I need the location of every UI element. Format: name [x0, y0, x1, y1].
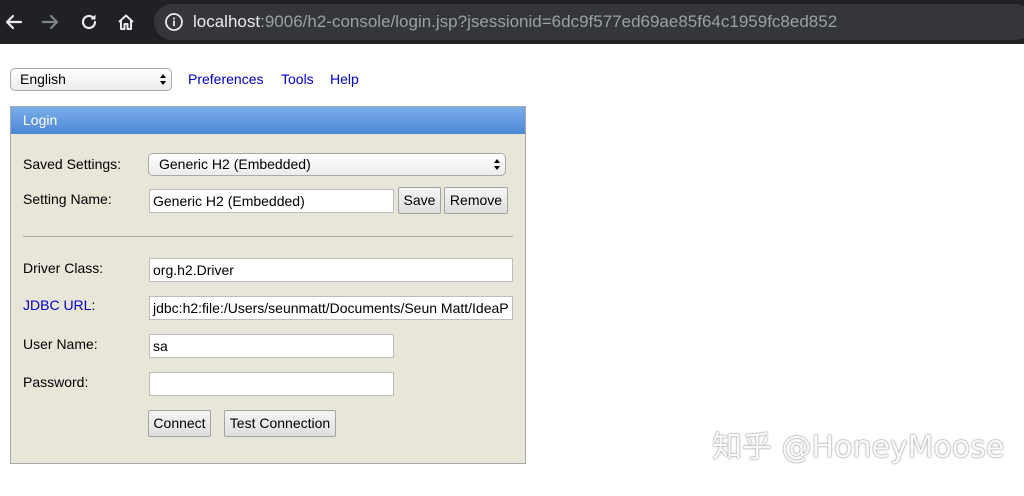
- jdbc-url-colon: :: [91, 297, 96, 313]
- saved-settings-label: Saved Settings:: [23, 156, 122, 172]
- address-bar[interactable]: localhost:9006/h2-console/login.jsp?jses…: [154, 4, 1024, 40]
- driver-class-input[interactable]: org.h2.Driver: [149, 258, 513, 282]
- watermark: 知乎 @HoneyMoose: [712, 430, 1005, 465]
- back-arrow-icon[interactable]: [0, 8, 28, 36]
- browser-toolbar: localhost:9006/h2-console/login.jsp?jses…: [0, 0, 1024, 44]
- user-name-label: User Name:: [23, 336, 98, 352]
- saved-settings-value: Generic H2 (Embedded): [159, 156, 311, 172]
- jdbc-url-link[interactable]: JDBC URL: [23, 297, 91, 313]
- setting-name-input[interactable]: Generic H2 (Embedded): [149, 189, 394, 213]
- login-panel: Login Saved Settings: Generic H2 (Embedd…: [10, 106, 526, 464]
- password-label: Password:: [23, 374, 89, 390]
- language-select-value: English: [20, 71, 66, 87]
- jdbc-url-input[interactable]: jdbc:h2:file:/Users/seunmatt/Documents/S…: [149, 296, 513, 320]
- url-host: localhost: [193, 12, 261, 31]
- user-name-input[interactable]: sa: [149, 334, 394, 358]
- save-button[interactable]: Save: [398, 187, 441, 214]
- password-input[interactable]: [149, 372, 394, 396]
- remove-button[interactable]: Remove: [444, 187, 508, 214]
- preferences-link[interactable]: Preferences: [188, 70, 263, 88]
- url-text: localhost:9006/h2-console/login.jsp?jses…: [193, 12, 837, 32]
- connect-button[interactable]: Connect: [148, 410, 211, 437]
- jdbc-url-label: JDBC URL:: [23, 296, 95, 314]
- divider: [23, 236, 513, 237]
- driver-class-label: Driver Class:: [23, 260, 104, 276]
- select-arrows-icon: [160, 74, 166, 85]
- saved-settings-select[interactable]: Generic H2 (Embedded): [148, 153, 506, 176]
- tools-link[interactable]: Tools: [281, 70, 314, 88]
- info-icon[interactable]: [164, 12, 184, 32]
- url-path: :9006/h2-console/login.jsp?jsessionid=6d…: [260, 12, 838, 31]
- home-icon[interactable]: [112, 8, 140, 36]
- help-link[interactable]: Help: [330, 70, 359, 88]
- test-connection-button[interactable]: Test Connection: [224, 410, 336, 437]
- forward-arrow-icon[interactable]: [36, 8, 64, 36]
- setting-name-label: Setting Name:: [23, 191, 112, 207]
- reload-icon[interactable]: [75, 8, 103, 36]
- language-select[interactable]: English: [10, 68, 172, 91]
- login-header: Login: [11, 107, 525, 134]
- select-arrows-icon: [494, 159, 500, 170]
